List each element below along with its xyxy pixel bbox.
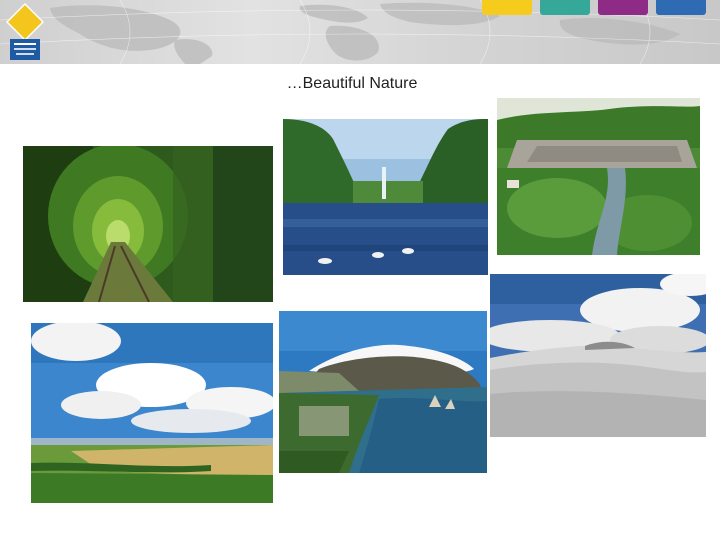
- color-tab-purple: [598, 0, 648, 15]
- river-canyon-photo: [497, 98, 700, 255]
- slide-header: [0, 0, 720, 64]
- park-lake-fountain-photo: [283, 119, 488, 275]
- bear-mountain-coast-photo: [279, 311, 487, 473]
- slide-title: …Beautiful Nature: [286, 75, 418, 92]
- field-and-sky-photo: [31, 323, 273, 503]
- color-tabs: [482, 0, 706, 15]
- company-logo: [6, 3, 44, 60]
- color-tab-blue: [656, 0, 706, 15]
- color-tab-teal: [540, 0, 590, 15]
- tunnel-of-love-photo: [23, 146, 273, 302]
- color-tab-yellow: [482, 0, 532, 15]
- snowy-hills-photo: [490, 274, 706, 437]
